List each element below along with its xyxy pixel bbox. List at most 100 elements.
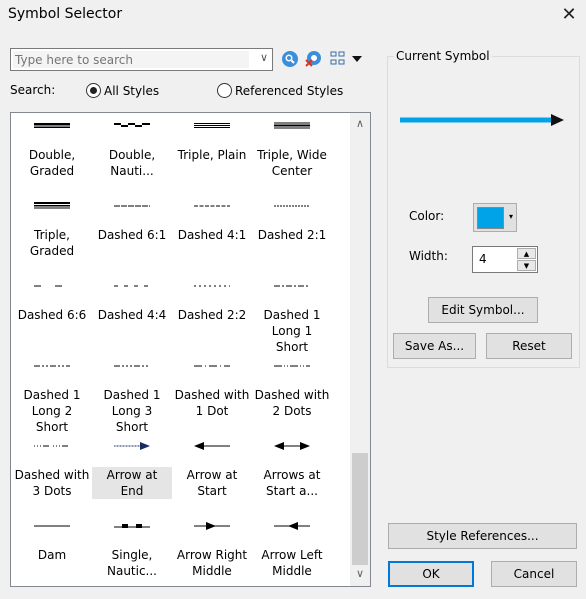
symbol-label: Arrow at Start bbox=[186, 468, 238, 498]
line-symbol-icon bbox=[194, 442, 230, 450]
symbol-item[interactable]: Triple, Plain bbox=[172, 121, 252, 163]
symbol-item[interactable]: Double, Nauti... bbox=[92, 121, 172, 179]
symbol-label: Arrows at Start a... bbox=[263, 468, 321, 498]
save-as-button[interactable]: Save As... bbox=[393, 333, 476, 359]
symbol-item[interactable]: Arrow Left Middle bbox=[252, 521, 332, 579]
color-swatch bbox=[477, 207, 504, 229]
symbol-grid[interactable]: Double, Graded Double, Nauti... Triple, Pl… bbox=[10, 112, 371, 587]
symbol-item[interactable]: Arrows at Start a... bbox=[252, 441, 332, 499]
chevron-down-icon[interactable]: ∨ bbox=[260, 51, 268, 64]
symbol-label: Dashed 4:4 bbox=[97, 308, 167, 322]
line-symbol-icon bbox=[194, 123, 230, 128]
symbol-label: Double, Graded bbox=[28, 148, 76, 178]
scrollbar[interactable]: ∧ ∨ bbox=[350, 113, 370, 586]
symbol-item[interactable]: Dashed 6:6 bbox=[12, 281, 92, 323]
symbol-label: Dashed 1 Long 2 Short bbox=[23, 388, 81, 434]
line-symbol-icon bbox=[274, 365, 310, 367]
line-symbol-icon bbox=[194, 285, 230, 287]
symbol-item[interactable]: Dashed 4:1 bbox=[172, 201, 252, 243]
symbol-item[interactable]: Triple, Graded bbox=[12, 201, 92, 259]
color-label: Color: bbox=[409, 209, 445, 223]
line-symbol-icon bbox=[114, 442, 150, 450]
scroll-up-icon[interactable]: ∧ bbox=[350, 117, 370, 130]
symbol-label: Dashed 6:1 bbox=[97, 228, 167, 242]
line-symbol-icon bbox=[114, 285, 150, 287]
symbol-item[interactable]: Dam bbox=[12, 521, 92, 563]
symbol-item[interactable]: Dashed 6:1 bbox=[92, 201, 172, 243]
symbol-item[interactable]: Arrow at End bbox=[92, 441, 172, 499]
radio-unchecked-icon[interactable] bbox=[217, 83, 232, 98]
symbol-item[interactable]: Dashed with 3 Dots bbox=[12, 441, 92, 499]
symbol-item[interactable]: Arrow at Start bbox=[172, 441, 252, 499]
symbol-label: Triple, Plain bbox=[177, 148, 247, 162]
line-symbol-icon bbox=[34, 365, 70, 367]
view-dropdown-icon[interactable] bbox=[352, 56, 362, 62]
symbol-item[interactable]: Dashed 2:2 bbox=[172, 281, 252, 323]
line-symbol-icon bbox=[274, 522, 310, 530]
scrollbar-thumb[interactable] bbox=[352, 453, 368, 565]
clear-search-icon[interactable] bbox=[304, 50, 322, 68]
symbol-item[interactable]: Dashed 4:4 bbox=[92, 281, 172, 323]
view-toggle-icon[interactable] bbox=[329, 50, 347, 68]
symbol-label: Dashed 2:2 bbox=[177, 308, 247, 322]
symbol-label: Dashed 6:6 bbox=[17, 308, 87, 322]
symbol-item[interactable]: Arrow Right Middle bbox=[172, 521, 252, 579]
symbol-item[interactable]: Dashed 1 Long 3 Short bbox=[92, 361, 172, 435]
symbol-item[interactable]: Dashed with 2 Dots bbox=[252, 361, 332, 419]
current-symbol-preview bbox=[400, 114, 564, 126]
current-symbol-label: Current Symbol bbox=[394, 49, 492, 63]
line-symbol-icon bbox=[114, 123, 150, 127]
line-symbol-icon bbox=[194, 522, 230, 530]
search-label: Search: bbox=[10, 83, 56, 97]
line-symbol-icon bbox=[274, 122, 310, 129]
symbol-item[interactable]: Dashed 2:1 bbox=[252, 201, 332, 243]
symbol-label: Dashed with 3 Dots bbox=[14, 468, 90, 498]
symbol-label: Dashed 1 Long 1 Short bbox=[263, 308, 321, 354]
symbol-label: Dashed 4:1 bbox=[177, 228, 247, 242]
search-icon[interactable] bbox=[281, 50, 299, 68]
line-symbol-icon bbox=[34, 123, 70, 128]
line-symbol-icon bbox=[274, 285, 310, 287]
search-input[interactable] bbox=[13, 51, 249, 68]
spin-up-icon[interactable]: ▲ bbox=[517, 248, 536, 259]
line-symbol-icon bbox=[34, 445, 70, 447]
close-button[interactable]: ✕ bbox=[556, 2, 582, 28]
radio-all-styles[interactable]: All Styles bbox=[86, 83, 159, 98]
reset-button[interactable]: Reset bbox=[486, 333, 572, 359]
symbol-label: Arrow Right Middle bbox=[176, 548, 248, 578]
line-symbol-icon bbox=[114, 205, 150, 207]
line-symbol-icon bbox=[34, 202, 70, 209]
cancel-button[interactable]: Cancel bbox=[491, 561, 577, 587]
scroll-down-icon[interactable]: ∨ bbox=[350, 567, 370, 580]
symbol-label: Dashed with 1 Dot bbox=[174, 388, 250, 418]
ok-button[interactable]: OK bbox=[388, 561, 474, 587]
spin-down-icon[interactable]: ▼ bbox=[517, 260, 536, 271]
window-title: Symbol Selector bbox=[8, 6, 123, 22]
search-combobox[interactable]: ∨ bbox=[10, 48, 273, 71]
dropdown-arrow-icon: ▾ bbox=[509, 212, 514, 221]
edit-symbol-button[interactable]: Edit Symbol... bbox=[428, 297, 538, 323]
symbol-item[interactable]: Dashed 1 Long 1 Short bbox=[252, 281, 332, 355]
line-symbol-icon bbox=[34, 285, 70, 287]
symbol-item[interactable]: Dashed with 1 Dot bbox=[172, 361, 252, 419]
symbol-item[interactable]: Single, Nautic... bbox=[92, 521, 172, 579]
line-symbol-icon bbox=[114, 365, 150, 367]
symbol-label: Dashed 2:1 bbox=[257, 228, 327, 242]
radio-referenced-styles[interactable]: Referenced Styles bbox=[217, 83, 343, 98]
width-label: Width: bbox=[409, 249, 448, 263]
symbol-label: Dashed with 2 Dots bbox=[254, 388, 330, 418]
line-symbol-icon bbox=[114, 524, 150, 528]
color-picker-button[interactable]: ▾ bbox=[473, 203, 517, 232]
symbol-label: Arrow at End bbox=[92, 467, 172, 499]
radio-checked-icon[interactable] bbox=[86, 83, 101, 98]
radio-label: Referenced Styles bbox=[235, 83, 344, 98]
symbol-item[interactable]: Triple, Wide Center bbox=[252, 121, 332, 179]
symbol-item[interactable]: Double, Graded bbox=[12, 121, 92, 179]
style-references-button[interactable]: Style References... bbox=[388, 523, 577, 549]
width-spinner[interactable]: 4 ▲ ▼ bbox=[472, 246, 538, 273]
line-symbol-icon bbox=[274, 442, 310, 450]
radio-label: All Styles bbox=[104, 83, 160, 98]
width-value[interactable]: 4 bbox=[479, 252, 487, 266]
symbol-item[interactable]: Dashed 1 Long 2 Short bbox=[12, 361, 92, 435]
symbol-label: Dashed 1 Long 3 Short bbox=[103, 388, 161, 434]
